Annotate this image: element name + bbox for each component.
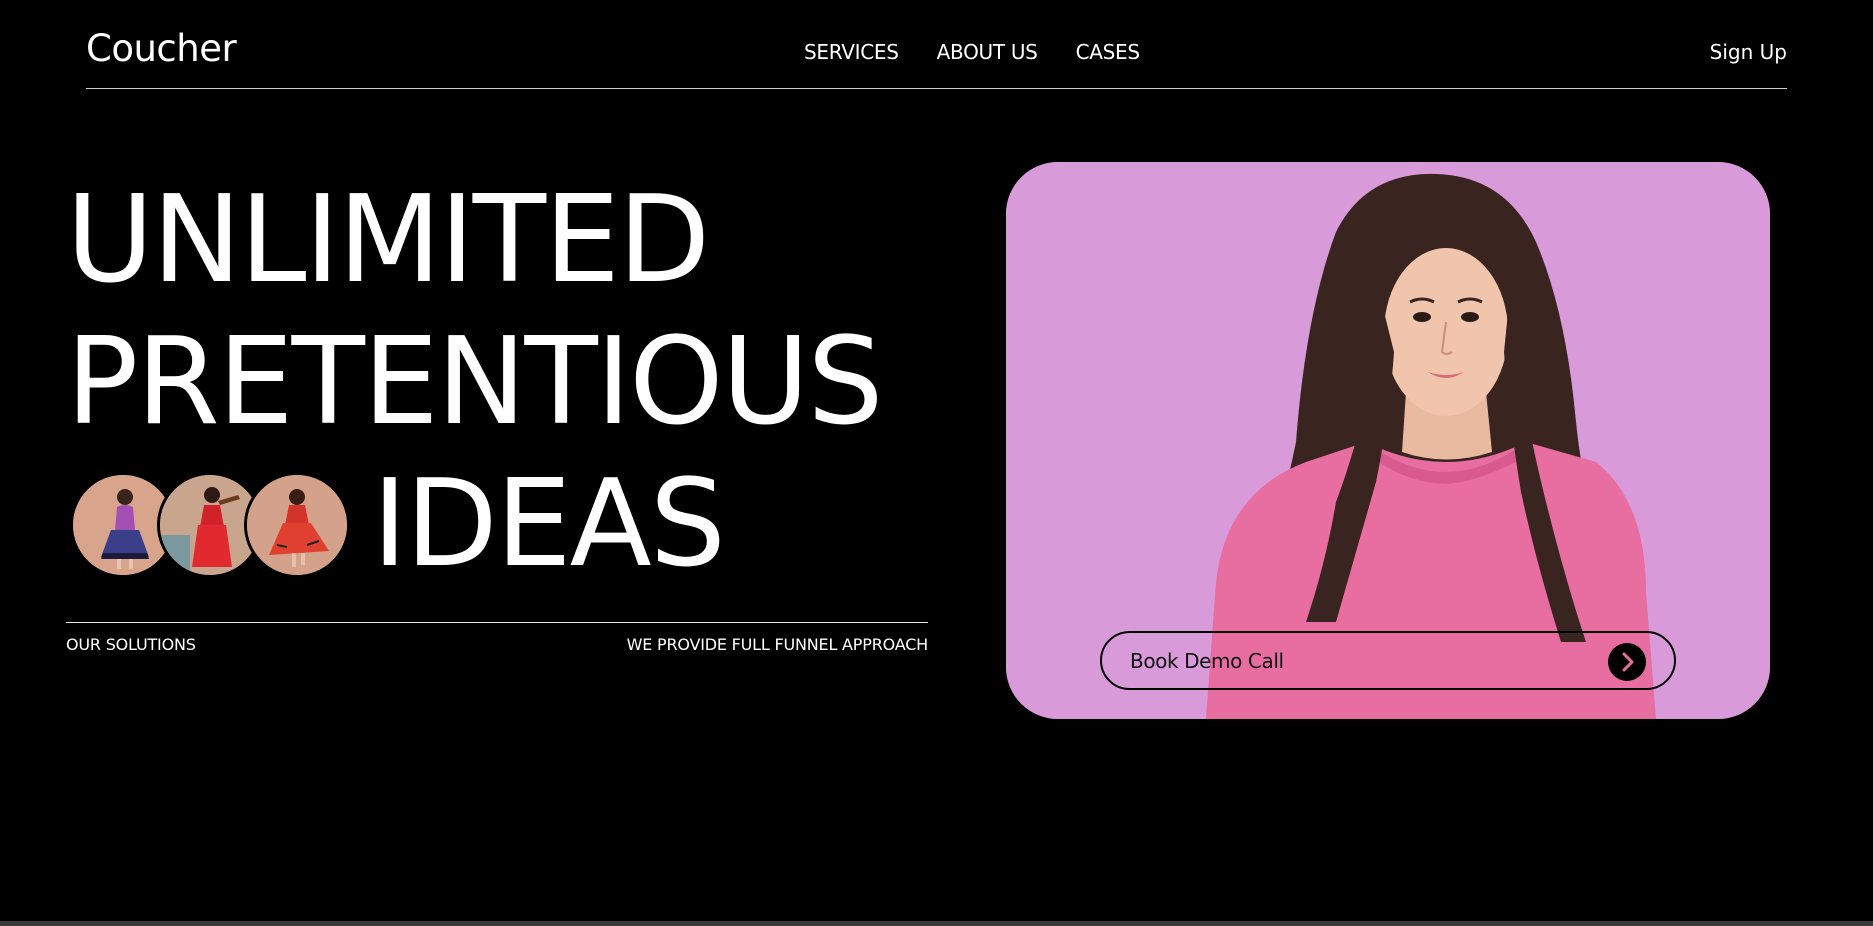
landing-page: Coucher SERVICES ABOUT US CASES Sign Up …: [0, 0, 1873, 926]
main-nav: SERVICES ABOUT US CASES: [804, 42, 1140, 62]
logo[interactable]: Coucher: [86, 30, 237, 67]
nav-services[interactable]: SERVICES: [804, 42, 899, 62]
headline-line-2: PRETENTIOUS: [66, 313, 884, 452]
full-funnel-caption: WE PROVIDE FULL FUNNEL APPROACH: [626, 635, 929, 654]
our-solutions-caption: OUR SOLUTIONS: [66, 635, 196, 654]
headline-line-3: IDEAS: [372, 455, 726, 594]
sign-up-link[interactable]: Sign Up: [1710, 42, 1787, 62]
headline-line-1: UNLIMITED: [66, 171, 710, 310]
avatar-group: [70, 472, 350, 578]
nav-about-us[interactable]: ABOUT US: [937, 42, 1038, 62]
headline-line-3-row: IDEAS: [66, 454, 882, 596]
nav-cases[interactable]: CASES: [1076, 42, 1140, 62]
hero-headline: UNLIMITED PRETENTIOUS IDEAS: [66, 170, 884, 596]
site-header: Coucher SERVICES ABOUT US CASES Sign Up: [86, 0, 1787, 89]
book-demo-call-label: Book Demo Call: [1130, 649, 1284, 673]
hero-card: Book Demo Call: [1006, 162, 1770, 719]
bottom-edge: [0, 921, 1873, 926]
avatar-red-dress-dancing: [244, 472, 350, 578]
solutions-divider: OUR SOLUTIONS WE PROVIDE FULL FUNNEL APP…: [66, 622, 928, 653]
chevron-right-icon[interactable]: [1608, 643, 1646, 681]
book-demo-call-button[interactable]: Book Demo Call: [1100, 631, 1676, 690]
